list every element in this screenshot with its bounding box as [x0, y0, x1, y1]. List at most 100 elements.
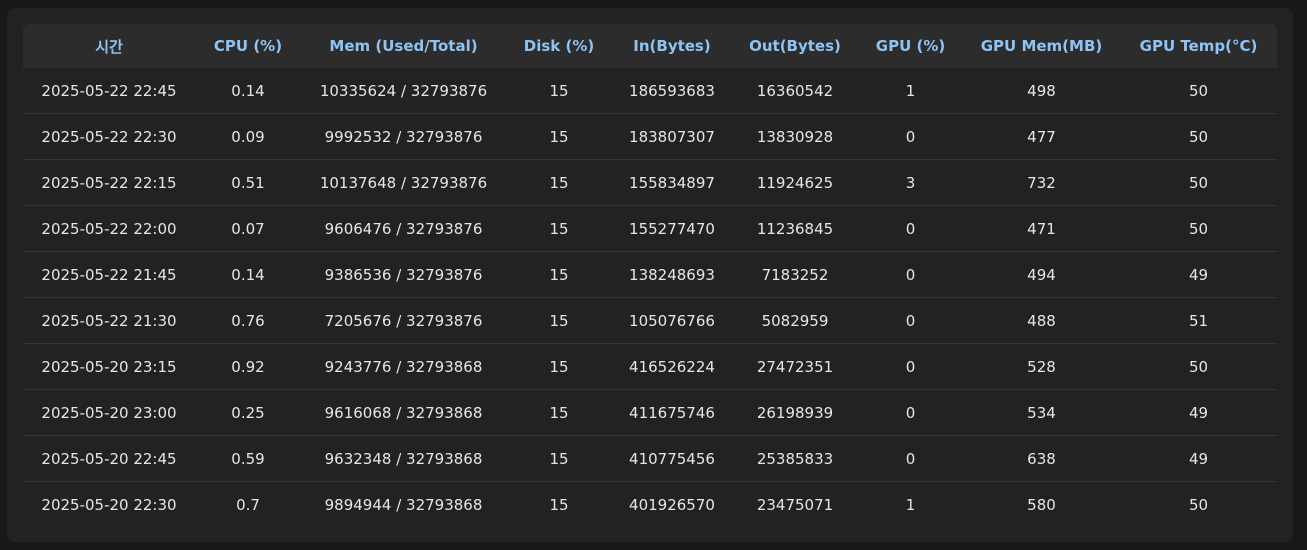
- cell-gpu-mem: 580: [1027, 495, 1056, 514]
- cell-in-bytes: 401926570: [629, 495, 715, 514]
- cell-time: 2025-05-22 22:30: [23, 113, 195, 160]
- cell-gpu-mem: 638: [963, 435, 1120, 482]
- table-header: 시간 CPU (%) Mem (Used/Total) Disk (%) In(…: [23, 24, 1277, 68]
- column-header-time: 시간: [95, 37, 123, 56]
- cell-in-bytes: 105076766: [612, 297, 732, 344]
- cell-gpu: 0: [858, 297, 963, 344]
- cell-time: 2025-05-22 22:15: [23, 159, 195, 206]
- cell-disk: 15: [506, 251, 612, 298]
- cell-mem: 9632348 / 32793868: [301, 435, 506, 482]
- table-row: 2025-05-20 23:15 0.92 9243776 / 32793868 15…: [23, 343, 1277, 390]
- cell-time: 2025-05-22 21:30: [23, 297, 195, 344]
- column-header-gpu: GPU (%): [875, 37, 946, 55]
- cell-out-bytes: 7183252: [732, 251, 858, 298]
- cell-gpu-mem: 534: [963, 389, 1120, 436]
- cell-mem: 9992532 / 32793876: [301, 113, 506, 160]
- cell-gpu-temp: 50: [1120, 113, 1277, 160]
- cell-out-bytes: 11236845: [732, 205, 858, 252]
- cell-mem: 10137648 / 32793876: [301, 159, 506, 206]
- cell-cpu: 0.09: [195, 113, 301, 160]
- column-header-disk: Disk (%): [523, 37, 595, 55]
- column-header-mem: Mem (Used/Total): [329, 37, 478, 55]
- column-header-cpu: CPU (%): [213, 37, 283, 55]
- table-row: 2025-05-20 22:30 0.7 9894944 / 32793868 15 4…: [23, 482, 1277, 528]
- cell-in-bytes: 155277470: [612, 205, 732, 252]
- cell-mem: 9894944 / 32793868: [324, 495, 483, 514]
- table-row: 2025-05-22 21:30 0.76 7205676 / 32793876 15…: [23, 297, 1277, 344]
- cell-cpu: 0.14: [195, 68, 301, 114]
- cell-gpu-mem: 494: [963, 251, 1120, 298]
- cell-cpu: 0.92: [195, 343, 301, 390]
- cell-cpu: 0.51: [195, 159, 301, 206]
- cell-in-bytes: 138248693: [612, 251, 732, 298]
- cell-gpu: 1: [905, 495, 916, 514]
- cell-gpu-mem: 477: [963, 113, 1120, 160]
- cell-in-bytes: 186593683: [612, 68, 732, 114]
- cell-gpu-temp: 50: [1120, 68, 1277, 114]
- cell-gpu: 0: [858, 113, 963, 160]
- cell-gpu-mem: 488: [963, 297, 1120, 344]
- cell-gpu-mem: 528: [963, 343, 1120, 390]
- cell-gpu-mem: 732: [963, 159, 1120, 206]
- cell-gpu: 0: [858, 251, 963, 298]
- cell-cpu: 0.76: [195, 297, 301, 344]
- cell-in-bytes: 155834897: [612, 159, 732, 206]
- cell-out-bytes: 13830928: [732, 113, 858, 160]
- cell-time: 2025-05-20 22:45: [23, 435, 195, 482]
- cell-disk: 15: [506, 68, 612, 114]
- cell-gpu-mem: 498: [963, 68, 1120, 114]
- cell-time: 2025-05-22 21:45: [23, 251, 195, 298]
- cell-disk: 15: [506, 343, 612, 390]
- cell-gpu-temp: 51: [1120, 297, 1277, 344]
- header-row: 시간 CPU (%) Mem (Used/Total) Disk (%) In(…: [23, 24, 1277, 68]
- column-header-out-bytes: Out(Bytes): [749, 37, 841, 55]
- cell-out-bytes: 11924625: [732, 159, 858, 206]
- cell-gpu: 0: [858, 205, 963, 252]
- cell-cpu: 0.07: [195, 205, 301, 252]
- table-row: 2025-05-22 21:45 0.14 9386536 / 32793876 15…: [23, 251, 1277, 298]
- column-header-gpu-temp: GPU Temp(°C): [1139, 37, 1258, 55]
- cell-time: 2025-05-20 22:30: [41, 495, 177, 514]
- cell-in-bytes: 416526224: [612, 343, 732, 390]
- cell-in-bytes: 411675746: [612, 389, 732, 436]
- cell-out-bytes: 16360542: [732, 68, 858, 114]
- cell-disk: 15: [549, 495, 569, 514]
- table-row: 2025-05-20 23:00 0.25 9616068 / 32793868 15…: [23, 389, 1277, 436]
- cell-gpu: 3: [858, 159, 963, 206]
- table-row: 2025-05-22 22:45 0.14 10335624 / 32793876 1…: [23, 68, 1277, 114]
- cell-disk: 15: [506, 297, 612, 344]
- cell-out-bytes: 26198939: [732, 389, 858, 436]
- cell-mem: 10335624 / 32793876: [301, 68, 506, 114]
- cell-mem: 9386536 / 32793876: [301, 251, 506, 298]
- cell-mem: 9243776 / 32793868: [301, 343, 506, 390]
- cell-in-bytes: 410775456: [612, 435, 732, 482]
- cell-in-bytes: 183807307: [612, 113, 732, 160]
- cell-gpu-temp: 50: [1120, 205, 1277, 252]
- cell-cpu: 0.59: [195, 435, 301, 482]
- cell-gpu-temp: 49: [1120, 251, 1277, 298]
- cell-disk: 15: [506, 113, 612, 160]
- metrics-panel: 시간 CPU (%) Mem (Used/Total) Disk (%) In(…: [7, 8, 1293, 542]
- metrics-table: 시간 CPU (%) Mem (Used/Total) Disk (%) In(…: [23, 24, 1277, 527]
- cell-gpu-temp: 49: [1120, 389, 1277, 436]
- cell-cpu: 0.14: [195, 251, 301, 298]
- cell-gpu-temp: 50: [1120, 343, 1277, 390]
- cell-cpu: 0.25: [195, 389, 301, 436]
- cell-time: 2025-05-22 22:45: [23, 68, 195, 114]
- cell-gpu: 1: [858, 68, 963, 114]
- cell-time: 2025-05-20 23:00: [23, 389, 195, 436]
- cell-gpu-temp: 50: [1120, 159, 1277, 206]
- cell-disk: 15: [506, 205, 612, 252]
- cell-out-bytes: 23475071: [756, 495, 834, 514]
- metrics-table-container: 시간 CPU (%) Mem (Used/Total) Disk (%) In(…: [23, 24, 1277, 527]
- cell-gpu: 0: [858, 389, 963, 436]
- table-row: 2025-05-22 22:15 0.51 10137648 / 32793876 1…: [23, 159, 1277, 206]
- cell-disk: 15: [506, 159, 612, 206]
- cell-gpu-temp: 50: [1188, 495, 1209, 514]
- table-row: 2025-05-20 22:45 0.59 9632348 / 32793868 15…: [23, 435, 1277, 482]
- table-row: 2025-05-22 22:00 0.07 9606476 / 32793876 15…: [23, 205, 1277, 252]
- cell-out-bytes: 27472351: [732, 343, 858, 390]
- cell-mem: 9606476 / 32793876: [301, 205, 506, 252]
- cell-disk: 15: [506, 435, 612, 482]
- cell-out-bytes: 5082959: [732, 297, 858, 344]
